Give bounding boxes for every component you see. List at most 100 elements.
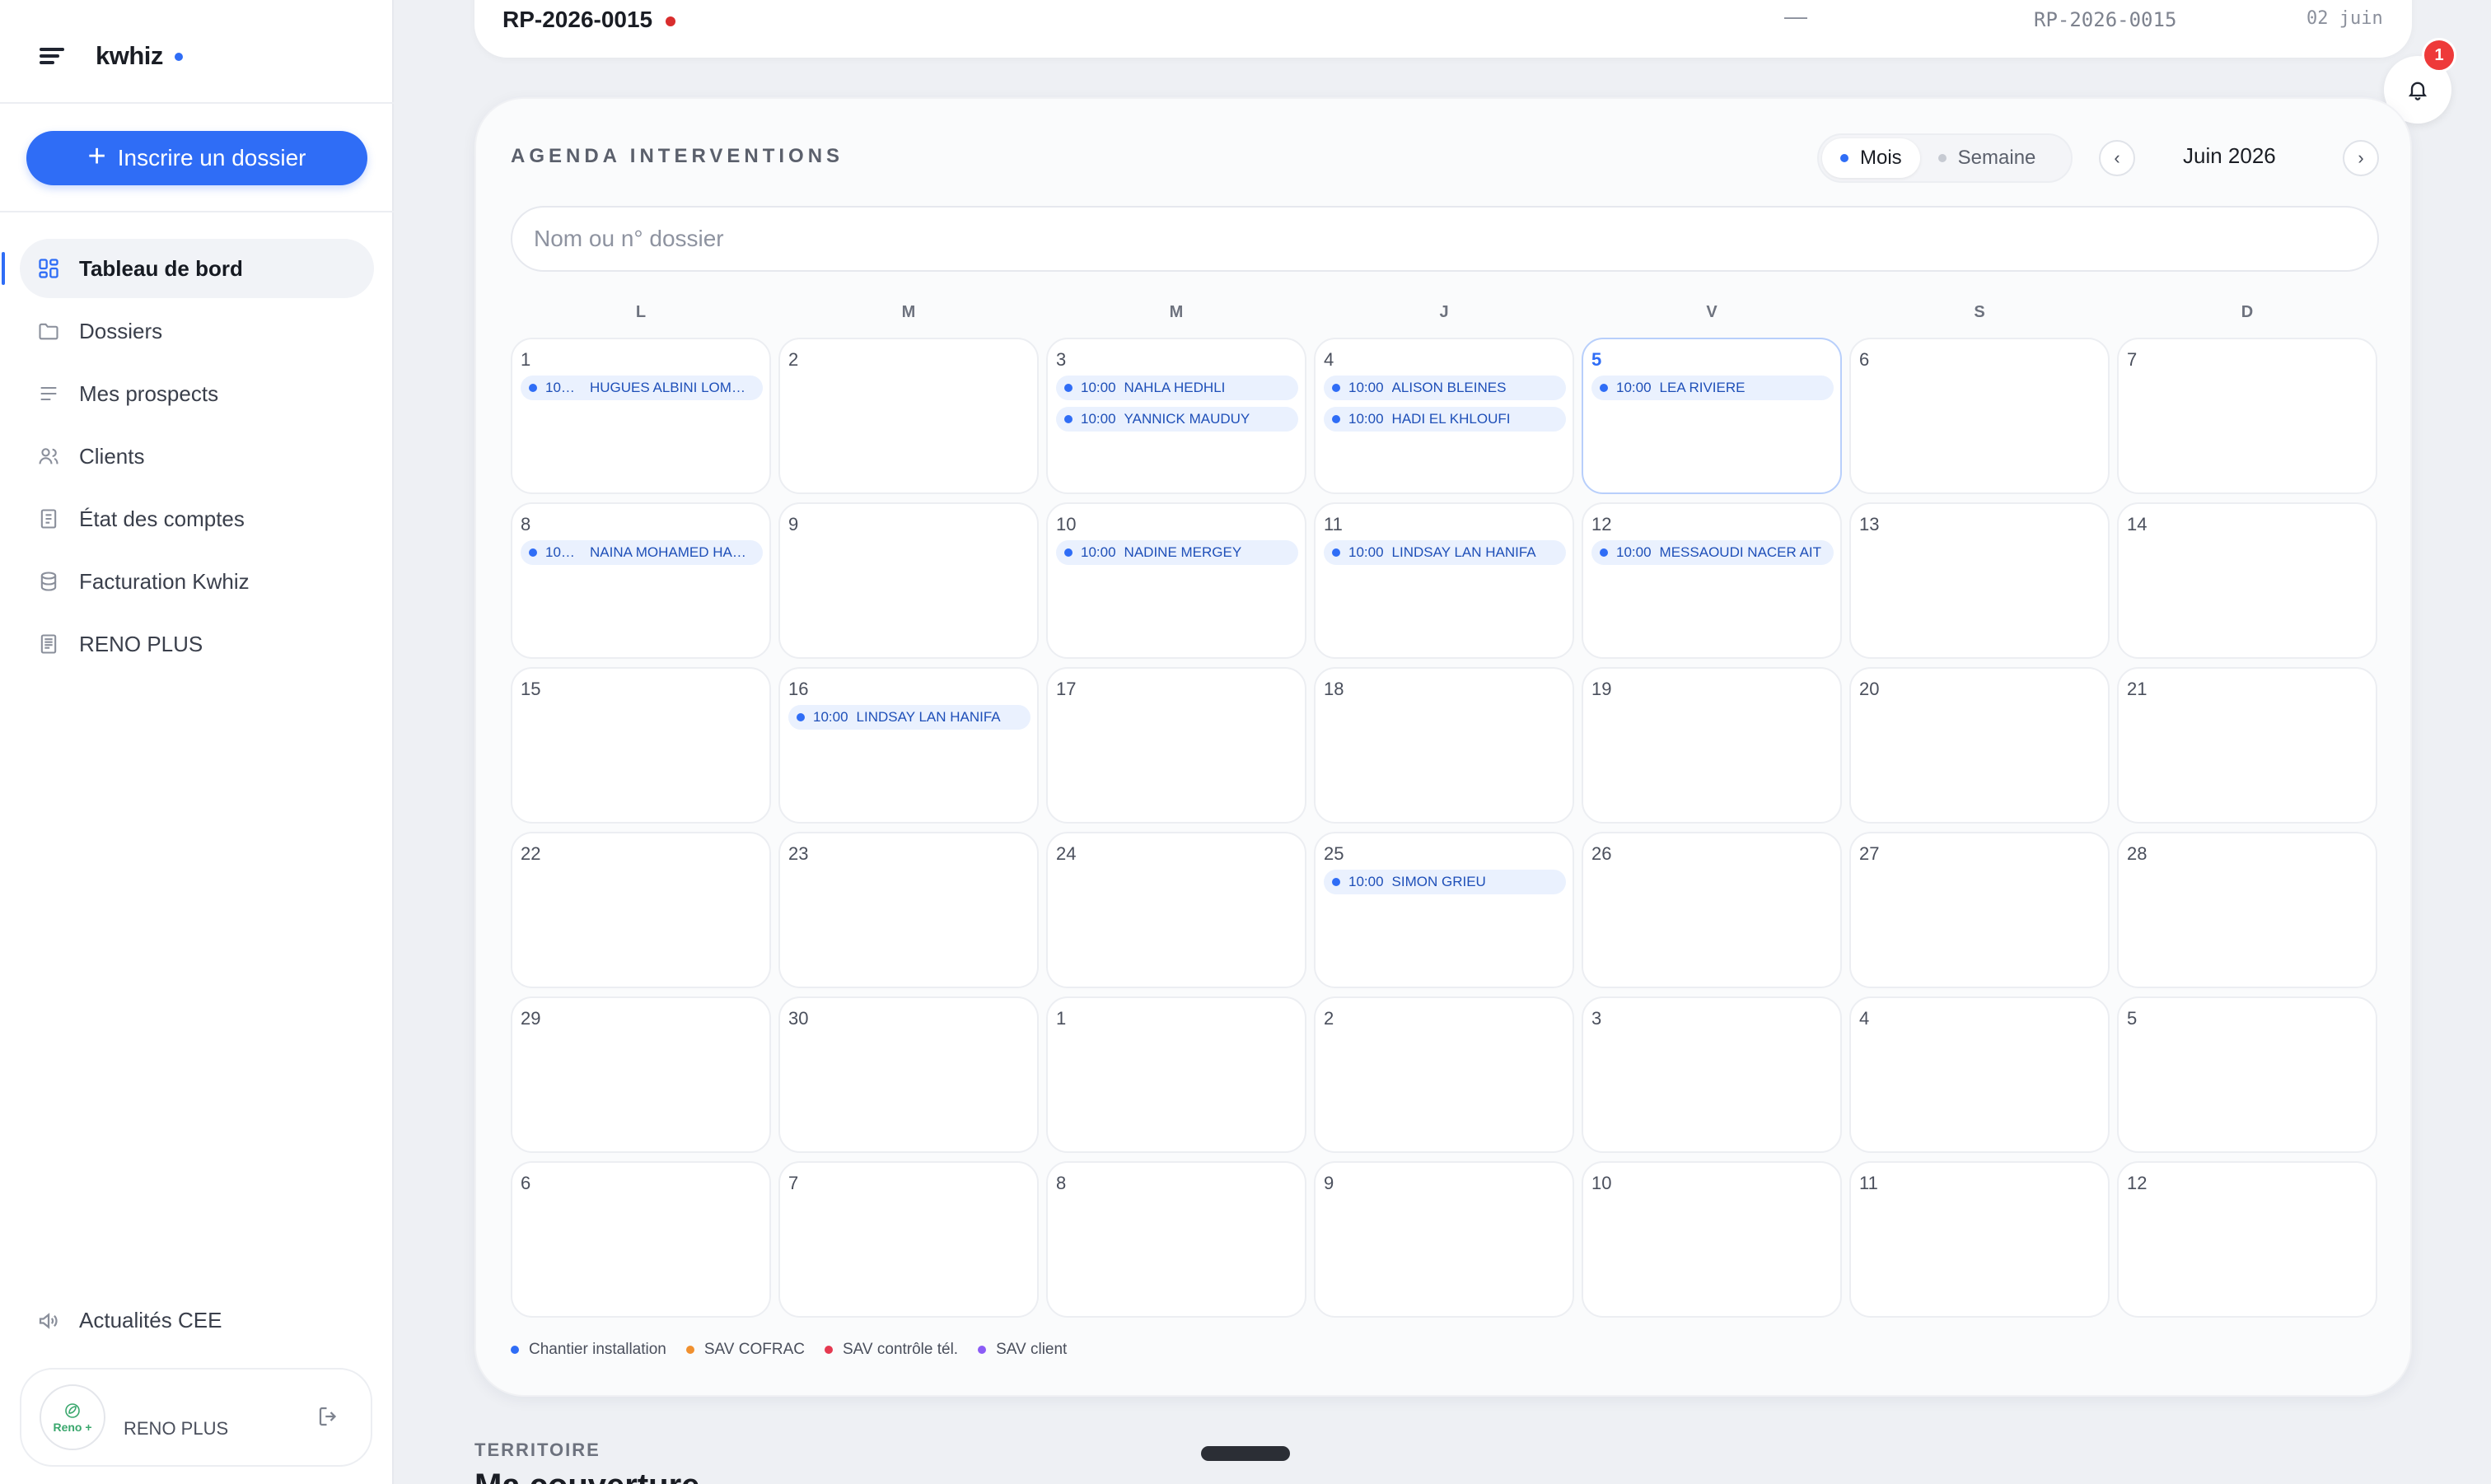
view-week-button[interactable]: Semaine: [1920, 138, 2054, 178]
calendar-day[interactable]: 12 10:00 MESSAOUDI NACER AIT: [1582, 502, 1842, 659]
event-legend: Chantier installation SAV COFRAC SAV contr…: [511, 1341, 1087, 1359]
register-dossier-label: Inscrire un dossier: [117, 145, 306, 170]
view-month-label: Mois: [1860, 147, 1902, 169]
event-name: MESSAOUDI NACER AIT: [1659, 544, 1822, 560]
calendar-day[interactable]: 4 10:00 ALISON BLEINES 10:00 HADI EL KHLOUFI: [1314, 338, 1574, 494]
brand: kwhiz: [40, 38, 183, 74]
calendar-day[interactable]: 6: [1849, 338, 2110, 494]
calendar-event[interactable]: 10:00 NAINA MOHAMED HANIFA: [521, 540, 763, 565]
divider: [0, 102, 394, 104]
calendar-day[interactable]: 7: [778, 1161, 1039, 1318]
calendar-day[interactable]: 21: [2117, 667, 2377, 824]
calendar-day[interactable]: 25 10:00 SIMON GRIEU: [1314, 832, 1574, 988]
calendar-day[interactable]: 2: [778, 338, 1039, 494]
event-time: 10:00: [1081, 544, 1116, 560]
calendar-event[interactable]: 10:00 MESSAOUDI NACER AIT: [1591, 540, 1834, 565]
legend-dot: [685, 1346, 694, 1354]
calendar-day[interactable]: 9: [1314, 1161, 1574, 1318]
calendar-day[interactable]: 15: [511, 667, 771, 824]
calendar-day[interactable]: 10 10:00 NADINE MERGEY: [1046, 502, 1306, 659]
calendar-day[interactable]: 29: [511, 996, 771, 1153]
day-number: 27: [1859, 843, 1880, 864]
calendar-day-today[interactable]: 5 10:00 LEA RIVIERE: [1582, 338, 1842, 494]
calendar-day[interactable]: 12: [2117, 1161, 2377, 1318]
calendar-day[interactable]: 8 10:00 NAINA MOHAMED HANIFA: [511, 502, 771, 659]
calendar-event[interactable]: 10:00 NADINE MERGEY: [1056, 540, 1298, 565]
event-type-dot: [1064, 384, 1073, 392]
avatar-logo-text: Reno +: [53, 1421, 92, 1434]
record-bar[interactable]: RP-2026-0015 — RP-2026-0015 02 juin: [474, 0, 2412, 58]
calendar-event[interactable]: 10:00 LEA RIVIERE: [1591, 376, 1834, 400]
calendar-day[interactable]: 14: [2117, 502, 2377, 659]
calendar-day[interactable]: 8: [1046, 1161, 1306, 1318]
calendar-day[interactable]: 7: [2117, 338, 2377, 494]
sidebar-item-reno-plus[interactable]: RENO PLUS: [20, 614, 374, 674]
day-number: 28: [2127, 843, 2147, 864]
calendar-day[interactable]: 9: [778, 502, 1039, 659]
calendar-day[interactable]: 3 10:00 NAHLA HEDHLI 10:00 YANNICK MAUDUY: [1046, 338, 1306, 494]
calendar-day[interactable]: 11 10:00 LINDSAY LAN HANIFA: [1314, 502, 1574, 659]
calendar-event[interactable]: 10:00 LINDSAY LAN HANIFA: [788, 705, 1031, 730]
sidebar-item-dashboard[interactable]: Tableau de bord: [2, 239, 374, 298]
calendar-event[interactable]: 10:00 HUGUES ALBINI LOMANTO: [521, 376, 763, 400]
sidebar-item-accounts[interactable]: État des comptes: [20, 489, 374, 548]
day-number: 18: [1324, 679, 1344, 699]
sidebar-item-news[interactable]: Actualités CEE: [36, 1308, 222, 1333]
search-input[interactable]: [511, 206, 2379, 272]
event-time: 10:00: [813, 709, 848, 725]
event-time: 10:00: [1616, 380, 1652, 395]
sidebar-item-clients[interactable]: Clients: [20, 427, 374, 486]
calendar-event[interactable]: 10:00 HADI EL KHLOUFI: [1324, 407, 1566, 432]
calendar-day[interactable]: 1: [1046, 996, 1306, 1153]
calendar-event[interactable]: 10:00 NAHLA HEDHLI: [1056, 376, 1298, 400]
logout-icon[interactable]: [316, 1404, 341, 1429]
calendar-day[interactable]: 18: [1314, 667, 1574, 824]
calendar-day[interactable]: 19: [1582, 667, 1842, 824]
calendar-day[interactable]: 6: [511, 1161, 771, 1318]
sidebar-item-prospects[interactable]: Mes prospects: [20, 364, 374, 423]
legend-label: SAV COFRAC: [703, 1341, 805, 1358]
calendar-event[interactable]: 10:00 SIMON GRIEU: [1324, 870, 1566, 894]
record-reference: RP-2026-0015: [502, 7, 653, 32]
legend-item: SAV client: [978, 1341, 1067, 1359]
calendar-day[interactable]: 17: [1046, 667, 1306, 824]
calendar-day[interactable]: 27: [1849, 832, 2110, 988]
event-time: 10:00: [1348, 411, 1384, 427]
calendar-day[interactable]: 20: [1849, 667, 2110, 824]
calendar-event[interactable]: 10:00 YANNICK MAUDUY: [1056, 407, 1298, 432]
calendar-day[interactable]: 2: [1314, 996, 1574, 1153]
calendar-day[interactable]: 24: [1046, 832, 1306, 988]
register-dossier-button[interactable]: + Inscrire un dossier: [26, 131, 367, 185]
prev-month-button[interactable]: ‹: [2099, 140, 2135, 176]
day-number: 12: [1591, 514, 1612, 534]
calendar-day[interactable]: 10: [1582, 1161, 1842, 1318]
day-number: 22: [521, 843, 541, 864]
day-number: 3: [1591, 1008, 1602, 1029]
next-month-button[interactable]: ›: [2343, 140, 2379, 176]
sidebar-item-dossiers[interactable]: Dossiers: [20, 301, 374, 361]
calendar-day[interactable]: 22: [511, 832, 771, 988]
calendar-day[interactable]: 11: [1849, 1161, 2110, 1318]
calendar-event[interactable]: 10:00 LINDSAY LAN HANIFA: [1324, 540, 1566, 565]
calendar-day[interactable]: 23: [778, 832, 1039, 988]
calendar-day[interactable]: 16 10:00 LINDSAY LAN HANIFA: [778, 667, 1039, 824]
calendar-event[interactable]: 10:00 ALISON BLEINES: [1324, 376, 1566, 400]
view-month-button[interactable]: Mois: [1822, 138, 1920, 178]
leaf-icon: [65, 1403, 80, 1418]
calendar-day[interactable]: 3: [1582, 996, 1842, 1153]
calendar-day[interactable]: 4: [1849, 996, 2110, 1153]
day-number: 11: [1324, 514, 1343, 534]
app-name: kwhiz: [96, 41, 163, 70]
day-number: 16: [788, 679, 809, 699]
account-card[interactable]: Reno + RENO PLUS: [20, 1368, 372, 1467]
event-type-dot: [1332, 415, 1340, 423]
calendar-day[interactable]: 13: [1849, 502, 2110, 659]
calendar-day[interactable]: 28: [2117, 832, 2377, 988]
calendar-day[interactable]: 1 10:00 HUGUES ALBINI LOMANTO: [511, 338, 771, 494]
weekday-label: J: [1439, 303, 1449, 321]
calendar-day[interactable]: 30: [778, 996, 1039, 1153]
menu-icon[interactable]: [40, 48, 64, 64]
sidebar-item-billing[interactable]: Facturation Kwhiz: [20, 552, 374, 611]
calendar-day[interactable]: 26: [1582, 832, 1842, 988]
calendar-day[interactable]: 5: [2117, 996, 2377, 1153]
